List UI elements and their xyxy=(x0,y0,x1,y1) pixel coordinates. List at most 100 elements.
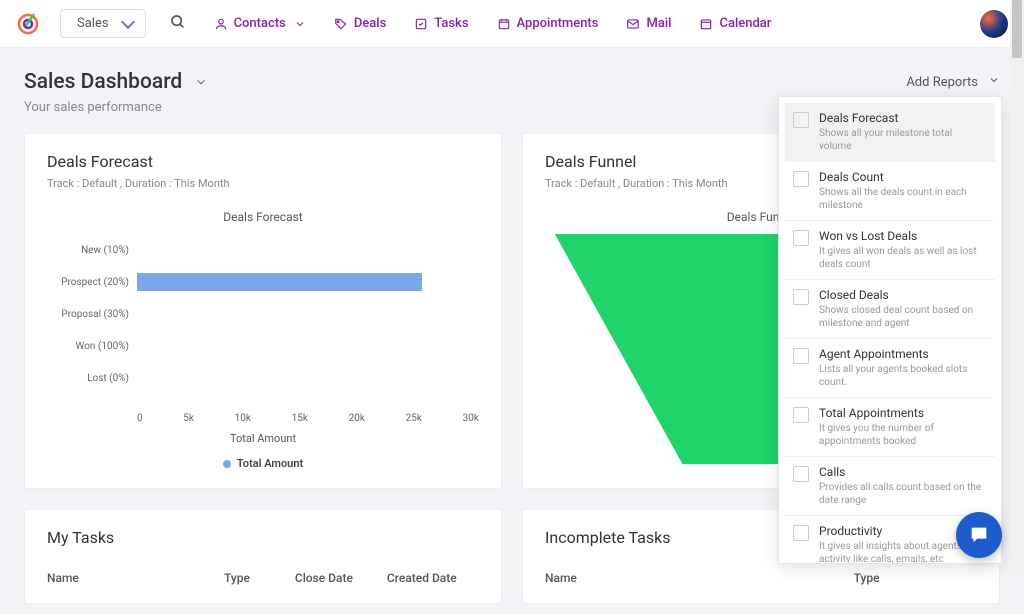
report-option[interactable]: Deals Count Shows all the deals count in … xyxy=(785,162,995,221)
scrollbar[interactable] xyxy=(1010,0,1024,576)
checkbox[interactable] xyxy=(793,230,809,246)
col-close-date[interactable]: Close Date xyxy=(295,571,387,585)
page-title[interactable]: Sales Dashboard xyxy=(24,70,208,94)
report-option[interactable]: Closed Deals Shows closed deal count base… xyxy=(785,280,995,339)
chevron-down-icon xyxy=(294,18,306,30)
option-desc: Shows all your milestone total volume xyxy=(819,127,987,153)
checkbox[interactable] xyxy=(793,171,809,187)
card-title: My Tasks xyxy=(47,528,479,547)
calendar-icon xyxy=(699,17,713,31)
nav-calendar[interactable]: Calendar xyxy=(699,16,771,31)
chevron-down-icon xyxy=(194,75,208,89)
checkbox[interactable] xyxy=(793,112,809,128)
y-axis-label: New (10%) xyxy=(47,245,137,256)
report-option[interactable]: Total Appointments It gives you the numbe… xyxy=(785,398,995,457)
col-created-date[interactable]: Created Date xyxy=(387,571,479,585)
checkbox[interactable] xyxy=(793,466,809,482)
avatar[interactable] xyxy=(980,10,1008,38)
chart-row: Lost (0%) xyxy=(47,362,479,394)
tag-icon xyxy=(334,17,348,31)
x-tick: 25k xyxy=(406,413,422,424)
bar[interactable] xyxy=(137,273,422,291)
nav-items: Contacts Deals Tasks Appointments Mail C… xyxy=(214,16,772,31)
chevron-down-icon xyxy=(988,74,1000,90)
search-icon[interactable] xyxy=(170,14,186,34)
report-option[interactable]: Calls Provides all calls count based on t… xyxy=(785,457,995,516)
x-tick: 0 xyxy=(137,413,143,424)
checkbox[interactable] xyxy=(793,289,809,305)
nav-label: Tasks xyxy=(434,16,468,31)
x-tick: 10k xyxy=(235,413,251,424)
option-desc: Provides all calls count based on the da… xyxy=(819,481,987,507)
chart-row: Prospect (20%) xyxy=(47,266,479,298)
nav-label: Appointments xyxy=(517,16,599,31)
col-type[interactable]: Type xyxy=(224,571,295,585)
legend-dot-icon xyxy=(223,460,231,468)
nav-label: Deals xyxy=(354,16,386,31)
y-axis-label: Proposal (30%) xyxy=(47,309,137,320)
add-reports-button[interactable]: Add Reports xyxy=(906,70,1000,90)
chart-title: Deals Forecast xyxy=(47,210,479,224)
checkbox[interactable] xyxy=(793,348,809,364)
option-title: Deals Forecast xyxy=(819,111,987,125)
option-title: Deals Count xyxy=(819,170,987,184)
y-axis-label: Won (100%) xyxy=(47,341,137,352)
x-tick: 30k xyxy=(463,413,479,424)
chart-row: Won (100%) xyxy=(47,330,479,362)
nav-label: Calendar xyxy=(719,16,771,31)
option-desc: It gives all won deals as well as lost d… xyxy=(819,245,987,271)
chart-legend: Total Amount xyxy=(47,457,479,470)
chat-fab[interactable] xyxy=(956,512,1002,558)
top-nav: Sales Contacts Deals Tasks Appointments … xyxy=(0,0,1024,48)
add-reports-label: Add Reports xyxy=(906,75,978,90)
option-title: Agent Appointments xyxy=(819,347,987,361)
option-desc: Lists all your agents booked slots count… xyxy=(819,363,987,389)
option-title: Won vs Lost Deals xyxy=(819,229,987,243)
legend-label: Total Amount xyxy=(237,457,303,470)
page-title-text: Sales Dashboard xyxy=(24,70,182,94)
report-option[interactable]: Won vs Lost Deals It gives all won deals … xyxy=(785,221,995,280)
module-selector[interactable]: Sales xyxy=(60,9,146,38)
table-header: Name Type xyxy=(545,571,977,585)
x-axis-label: Total Amount xyxy=(47,432,479,445)
x-tick: 5k xyxy=(183,413,194,424)
nav-label: Contacts xyxy=(234,16,286,31)
chart-row: New (10%) xyxy=(47,234,479,266)
col-type[interactable]: Type xyxy=(854,571,977,585)
nav-mail[interactable]: Mail xyxy=(626,16,671,31)
scrollbar-thumb[interactable] xyxy=(1012,0,1022,58)
checkbox[interactable] xyxy=(793,525,809,541)
nav-contacts[interactable]: Contacts xyxy=(214,16,306,31)
my-tasks-card: My Tasks Name Type Close Date Created Da… xyxy=(24,509,502,604)
nav-tasks[interactable]: Tasks xyxy=(414,16,468,31)
y-axis-label: Prospect (20%) xyxy=(47,277,137,288)
mail-icon xyxy=(626,17,640,31)
option-desc: Shows closed deal count based on milesto… xyxy=(819,304,987,330)
report-option[interactable]: Deals Forecast Shows all your milestone t… xyxy=(785,103,995,162)
option-title: Closed Deals xyxy=(819,288,987,302)
forecast-chart: Deals Forecast New (10%) Prospect (20%) Pr… xyxy=(47,210,479,470)
checkbox[interactable] xyxy=(793,407,809,423)
app-logo[interactable] xyxy=(16,12,40,36)
col-name[interactable]: Name xyxy=(47,571,224,585)
option-title: Total Appointments xyxy=(819,406,987,420)
table-header: Name Type Close Date Created Date xyxy=(47,571,479,585)
option-desc: Shows all the deals count in each milest… xyxy=(819,186,987,212)
report-option[interactable]: Agent Appointments Lists all your agents … xyxy=(785,339,995,398)
nav-deals[interactable]: Deals xyxy=(334,16,386,31)
nav-label: Mail xyxy=(646,16,671,31)
option-title: Calls xyxy=(819,465,987,479)
add-reports-dropdown: Deals Forecast Shows all your milestone t… xyxy=(778,96,1002,564)
x-tick: 15k xyxy=(292,413,308,424)
user-icon xyxy=(214,17,228,31)
option-desc: It gives you the number of appointments … xyxy=(819,422,987,448)
x-tick: 20k xyxy=(349,413,365,424)
col-name[interactable]: Name xyxy=(545,571,854,585)
y-axis-label: Lost (0%) xyxy=(47,373,137,384)
nav-appointments[interactable]: Appointments xyxy=(497,16,599,31)
task-icon xyxy=(414,17,428,31)
calendar-icon xyxy=(497,17,511,31)
card-meta: Track : Default , Duration : This Month xyxy=(47,177,479,190)
card-title: Deals Forecast xyxy=(47,152,479,171)
deals-forecast-card: Deals Forecast Track : Default , Duratio… xyxy=(24,133,502,489)
